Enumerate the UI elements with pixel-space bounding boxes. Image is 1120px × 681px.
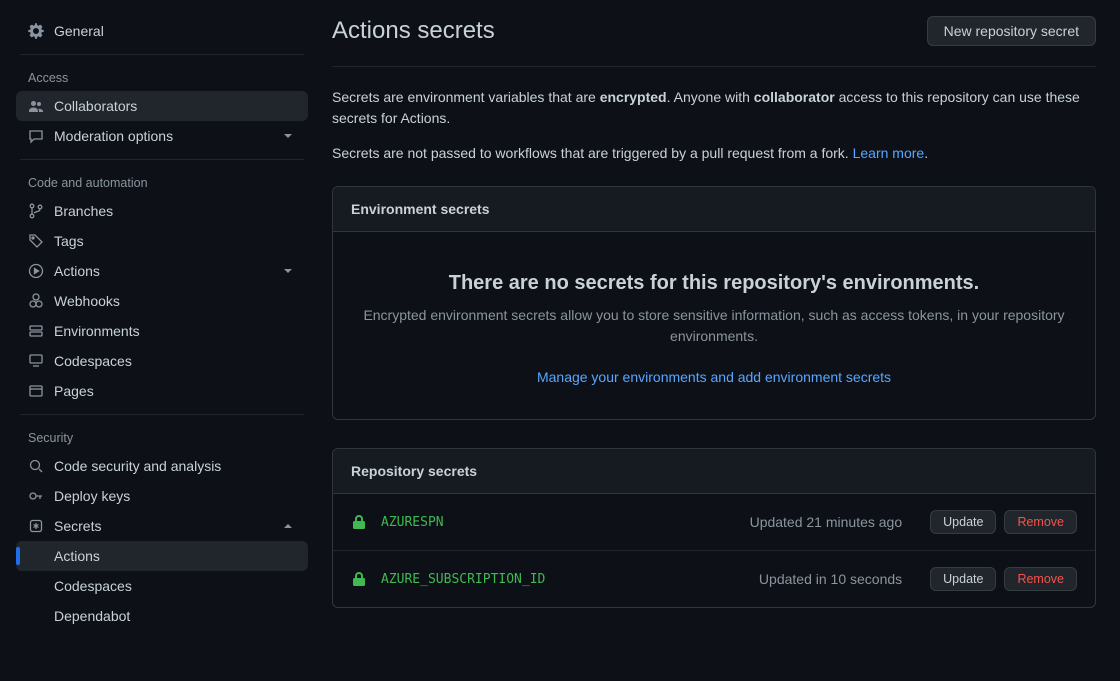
sidebar-label: Collaborators xyxy=(54,98,137,114)
sidebar-label: Tags xyxy=(54,233,84,249)
sidebar-item-secrets[interactable]: Secrets xyxy=(16,511,308,541)
divider xyxy=(20,159,304,160)
lock-icon xyxy=(351,571,367,587)
browser-icon xyxy=(28,383,44,399)
secret-row: AZURE_SUBSCRIPTION_ID Updated in 10 seco… xyxy=(333,550,1095,607)
sidebar-item-actions[interactable]: Actions xyxy=(16,256,308,286)
chevron-up-icon xyxy=(280,518,296,534)
sidebar-item-collaborators[interactable]: Collaborators xyxy=(16,91,308,121)
sidebar-label: Branches xyxy=(54,203,113,219)
sidebar-item-deploy-keys[interactable]: Deploy keys xyxy=(16,481,308,511)
sidebar-label: Moderation options xyxy=(54,128,173,144)
remove-secret-button[interactable]: Remove xyxy=(1004,510,1077,534)
sidebar-sub-dependabot[interactable]: Dependabot xyxy=(16,601,308,631)
branch-icon xyxy=(28,203,44,219)
chevron-down-icon xyxy=(280,263,296,279)
secret-row: AZURESPN Updated 21 minutes ago Update R… xyxy=(333,494,1095,550)
group-title-access: Access xyxy=(16,63,308,91)
people-icon xyxy=(28,98,44,114)
sidebar-item-pages[interactable]: Pages xyxy=(16,376,308,406)
key-icon xyxy=(28,488,44,504)
play-circle-icon xyxy=(28,263,44,279)
sidebar-item-tags[interactable]: Tags xyxy=(16,226,308,256)
shield-search-icon xyxy=(28,458,44,474)
asterisk-icon xyxy=(28,518,44,534)
env-empty-title: There are no secrets for this repository… xyxy=(363,272,1065,295)
env-empty-subtitle: Encrypted environment secrets allow you … xyxy=(363,305,1065,347)
environment-secrets-panel: Environment secrets There are no secrets… xyxy=(332,186,1096,420)
codespaces-icon xyxy=(28,353,44,369)
sidebar-item-branches[interactable]: Branches xyxy=(16,196,308,226)
new-repository-secret-button[interactable]: New repository secret xyxy=(927,16,1096,46)
repository-secrets-panel: Repository secrets AZURESPN Updated 21 m… xyxy=(332,448,1096,608)
sidebar-label: Secrets xyxy=(54,518,101,534)
sidebar-label: Environments xyxy=(54,323,140,339)
webhook-icon xyxy=(28,293,44,309)
sidebar-label: Webhooks xyxy=(54,293,120,309)
manage-environments-link[interactable]: Manage your environments and add environ… xyxy=(537,369,891,385)
sidebar-sub-codespaces[interactable]: Codespaces xyxy=(16,571,308,601)
page-title: Actions secrets xyxy=(332,17,495,45)
sidebar-item-code-security[interactable]: Code security and analysis xyxy=(16,451,308,481)
group-title-security: Security xyxy=(16,423,308,451)
divider xyxy=(332,66,1096,67)
settings-sidebar: General Access Collaborators Moderation … xyxy=(0,0,316,681)
gear-icon xyxy=(28,23,44,39)
sidebar-label: Pages xyxy=(54,383,94,399)
secret-name: AZURE_SUBSCRIPTION_ID xyxy=(381,572,759,587)
remove-secret-button[interactable]: Remove xyxy=(1004,567,1077,591)
sidebar-item-environments[interactable]: Environments xyxy=(16,316,308,346)
sidebar-label: Codespaces xyxy=(54,353,132,369)
sidebar-sub-actions[interactable]: Actions xyxy=(16,541,308,571)
divider xyxy=(20,414,304,415)
secret-updated: Updated in 10 seconds xyxy=(759,571,902,587)
tag-icon xyxy=(28,233,44,249)
chevron-down-icon xyxy=(280,128,296,144)
sidebar-item-moderation[interactable]: Moderation options xyxy=(16,121,308,151)
sidebar-label: Actions xyxy=(54,263,100,279)
secret-name: AZURESPN xyxy=(381,515,750,530)
group-title-code: Code and automation xyxy=(16,168,308,196)
server-icon xyxy=(28,323,44,339)
lock-icon xyxy=(351,514,367,530)
repository-secrets-header: Repository secrets xyxy=(333,449,1095,494)
secret-updated: Updated 21 minutes ago xyxy=(750,514,903,530)
divider xyxy=(20,54,304,55)
environment-secrets-header: Environment secrets xyxy=(333,187,1095,232)
intro-text-1: Secrets are environment variables that a… xyxy=(332,87,1096,129)
sidebar-label: Deploy keys xyxy=(54,488,130,504)
comment-icon xyxy=(28,128,44,144)
main-content: Actions secrets New repository secret Se… xyxy=(316,0,1120,681)
learn-more-link[interactable]: Learn more xyxy=(853,145,925,161)
intro-text-2: Secrets are not passed to workflows that… xyxy=(332,143,1096,164)
sidebar-item-general[interactable]: General xyxy=(16,16,308,46)
sidebar-item-webhooks[interactable]: Webhooks xyxy=(16,286,308,316)
sidebar-label: Code security and analysis xyxy=(54,458,221,474)
update-secret-button[interactable]: Update xyxy=(930,567,996,591)
sidebar-item-codespaces[interactable]: Codespaces xyxy=(16,346,308,376)
update-secret-button[interactable]: Update xyxy=(930,510,996,534)
sidebar-label: General xyxy=(54,23,104,39)
